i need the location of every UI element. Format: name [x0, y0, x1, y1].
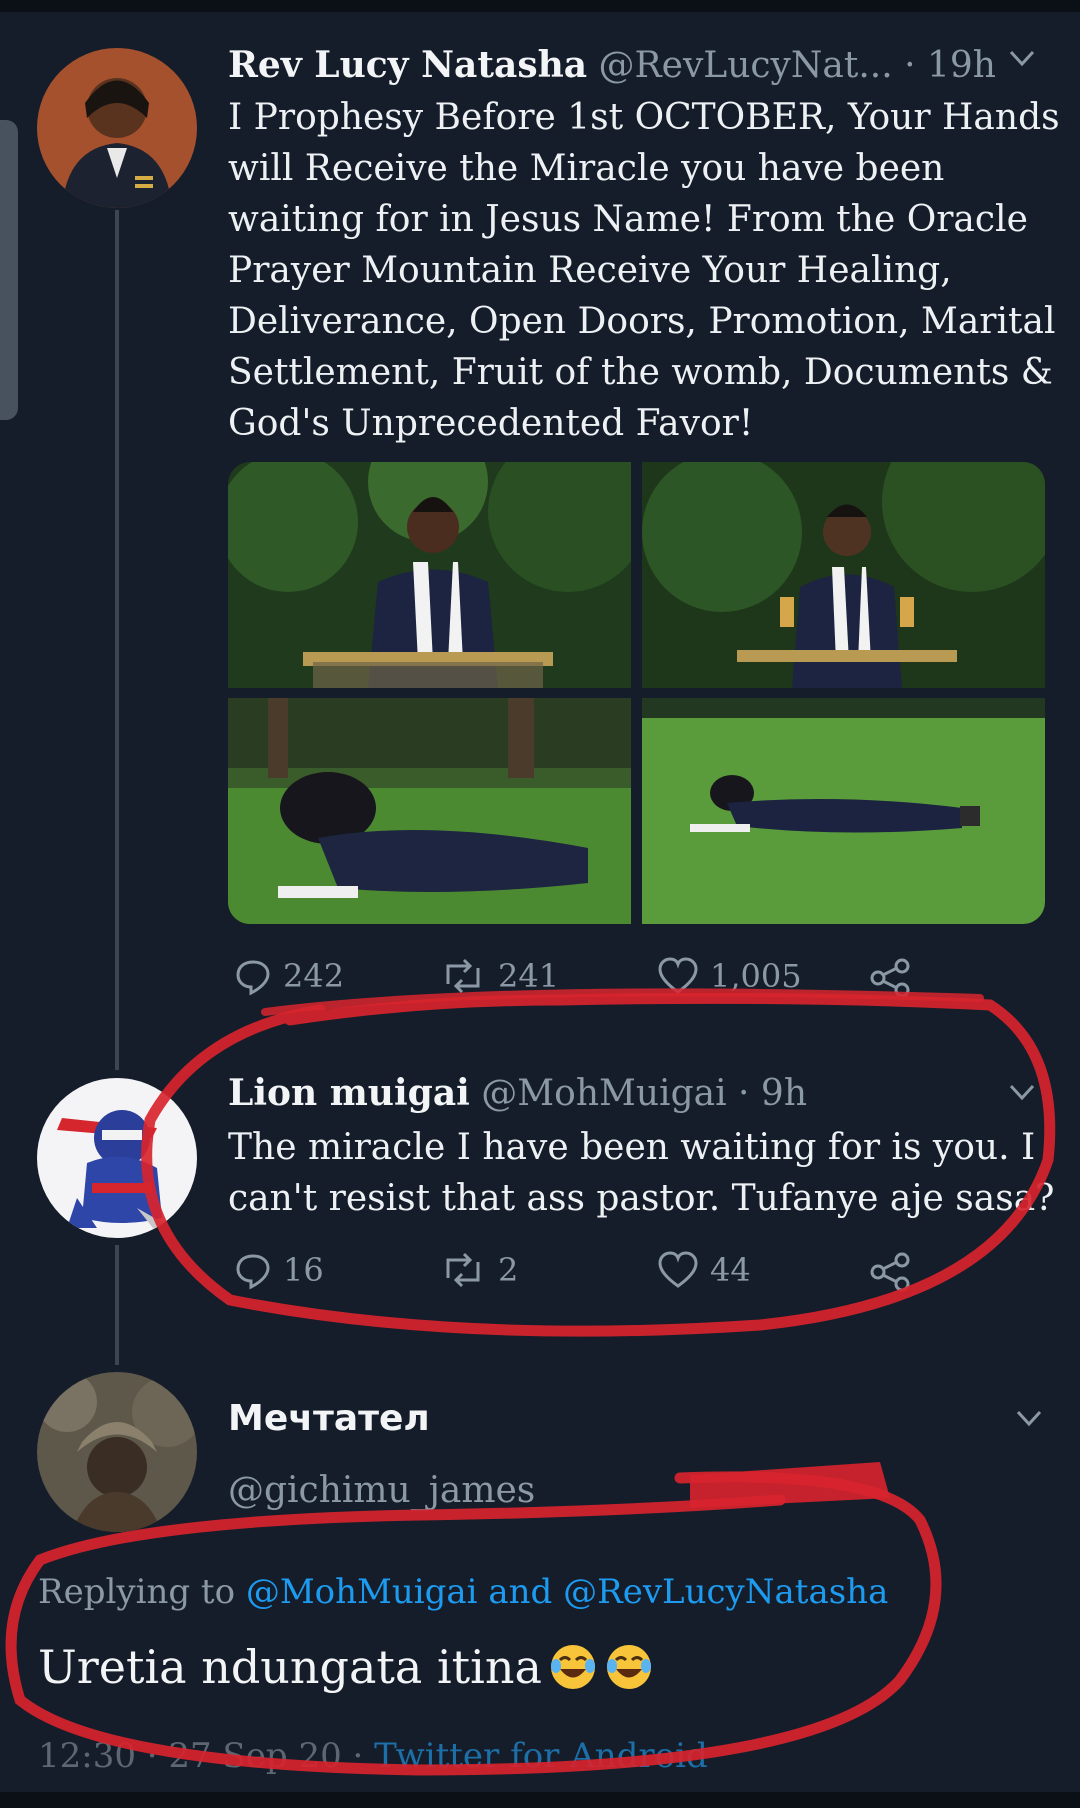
tweet-line: waiting for in Jesus Name! From the Orac… [228, 199, 1028, 240]
author-handle-row: @gichimu_james [228, 1470, 535, 1511]
author-handle[interactable]: @MohMuigai [481, 1073, 726, 1114]
focused-tweet-text: Uretia ndungata itina [38, 1640, 654, 1694]
photo-pastor-at-lectern[interactable] [228, 462, 632, 688]
reply-count: 242 [283, 957, 345, 995]
like-count: 44 [710, 1251, 751, 1289]
photo-pastor-praying[interactable] [641, 462, 1045, 688]
heart-icon [658, 957, 698, 994]
tweet-actions: 242 241 1,005 [228, 956, 928, 1006]
tweet-header: Rev Lucy Natasha @RevLucyNat... · 19h [228, 44, 996, 86]
photo-pastor-on-grass[interactable] [228, 698, 632, 924]
chevron-down-icon[interactable] [1005, 40, 1039, 83]
share-button[interactable] [868, 1250, 912, 1294]
bottom-edge [0, 1792, 1080, 1808]
avatar-gichimu-james[interactable] [37, 1372, 197, 1532]
tweet-text: Uretia ndungata itina [38, 1640, 542, 1694]
share-icon [870, 958, 910, 998]
tears-of-joy-emoji [550, 1645, 595, 1689]
tweet-actions: 16 2 44 [228, 1250, 928, 1300]
photo-pastor-lying-in-field[interactable] [641, 698, 1046, 924]
author-handle[interactable]: @RevLucyNat... [599, 45, 893, 86]
chevron-down-icon[interactable] [1012, 1400, 1046, 1443]
reply-count: 16 [283, 1251, 324, 1289]
tears-of-joy-emoji [606, 1645, 651, 1689]
author-name[interactable]: Мечтател [228, 1398, 430, 1439]
author-handle[interactable]: @gichimu_james [228, 1470, 535, 1511]
author-name[interactable]: Lion muigai [228, 1072, 470, 1114]
share-icon [870, 1252, 910, 1292]
retweet-icon [446, 958, 480, 994]
side-handle [0, 120, 18, 420]
like-count: 1,005 [710, 957, 802, 995]
mention-and: and [488, 1572, 553, 1612]
like-button[interactable]: 1,005 [656, 956, 802, 996]
photo-grid [228, 462, 1045, 924]
top-edge [0, 0, 1080, 12]
reply-button[interactable]: 16 [233, 1250, 324, 1290]
chevron-down-icon[interactable] [1005, 1074, 1039, 1117]
tweet-meta: 12:30 · 27 Sep 20 · Twitter for Android [38, 1736, 708, 1776]
reply-icon [236, 1254, 270, 1290]
retweet-icon [446, 1252, 480, 1288]
replying-prefix: Replying to [38, 1572, 236, 1612]
thread-connector [115, 210, 119, 1070]
reply-icon [236, 960, 270, 996]
tweet-header: Lion muigai @MohMuigai · 9h [228, 1072, 807, 1114]
tweet-body: I Prophesy Before 1st OCTOBER, Your Hand… [228, 92, 1060, 449]
thread-connector [115, 1245, 119, 1365]
heart-icon [658, 1251, 698, 1288]
tweet-timestamp: 12:30 · 27 Sep 20 · [38, 1736, 364, 1776]
retweet-count: 241 [498, 957, 560, 995]
tweet-line: God's Unprecedented Favor! [228, 403, 754, 444]
retweet-count: 2 [498, 1251, 519, 1289]
tweet-time[interactable]: · 19h [904, 45, 996, 86]
tweet-time[interactable]: · 9h [738, 1073, 807, 1114]
retweet-button[interactable]: 2 [438, 1250, 518, 1290]
tweet-client-link[interactable]: Twitter for Android [374, 1736, 708, 1776]
tweet-line: I Prophesy Before 1st OCTOBER, Your Hand… [228, 97, 1060, 138]
tweet-line: Settlement, Fruit of the womb, Documents… [228, 352, 1053, 393]
tweet-line: The miracle I have been waiting for is y… [228, 1127, 1036, 1168]
tweet-line: can't resist that ass pastor. Tufanye aj… [228, 1178, 1055, 1219]
tweet-header: Мечтател [228, 1398, 430, 1439]
replying-to: Replying to @MohMuigai and @RevLucyNatas… [38, 1572, 888, 1612]
like-button[interactable]: 44 [656, 1250, 751, 1290]
avatar-rev-lucy-natasha[interactable] [37, 48, 197, 208]
tweet-line: will Receive the Miracle you have been [228, 148, 945, 189]
mention-link[interactable]: @MohMuigai [246, 1572, 478, 1612]
share-button[interactable] [868, 956, 912, 1000]
tweet-line: Deliverance, Open Doors, Promotion, Mari… [228, 301, 1056, 342]
tweet-body: The miracle I have been waiting for is y… [228, 1122, 1054, 1224]
retweet-button[interactable]: 241 [438, 956, 559, 996]
reply-button[interactable]: 242 [233, 956, 344, 996]
tweet-line: Prayer Mountain Receive Your Healing, [228, 250, 952, 291]
avatar-lion-muigai[interactable] [37, 1078, 197, 1238]
author-name[interactable]: Rev Lucy Natasha [228, 44, 587, 86]
mention-link[interactable]: @RevLucyNatasha [563, 1572, 888, 1612]
